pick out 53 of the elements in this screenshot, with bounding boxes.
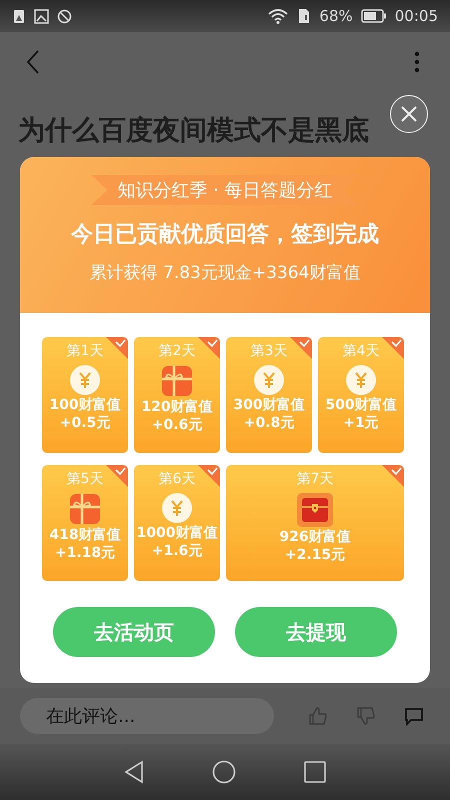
yen-coin-icon [254, 365, 284, 395]
image-icon [34, 8, 49, 24]
action-button[interactable]: 去提现 [235, 607, 397, 657]
back-nav-icon[interactable] [124, 760, 144, 784]
cash-text: +1.18元 [54, 545, 116, 561]
reward-text: 1000财富值 [136, 525, 218, 541]
cash-text: +0.5元 [60, 415, 110, 431]
comment-field[interactable]: 在此评论... [20, 698, 274, 734]
gift-icon [161, 365, 193, 397]
back-icon[interactable] [26, 50, 40, 74]
earnings-summary: 累计获得 7.83元现金+3364财富值 [90, 262, 360, 284]
close-button[interactable] [390, 95, 428, 133]
reward-text: 300财富值 [233, 397, 305, 413]
reward-text: 100财富值 [49, 397, 121, 413]
reward-text: 500财富值 [325, 397, 397, 413]
blocked-icon [57, 8, 72, 24]
cash-text: +0.6元 [152, 417, 202, 433]
gift-icon [69, 493, 101, 525]
thumbs-down-icon[interactable] [356, 706, 376, 726]
comment-icon[interactable] [404, 706, 424, 726]
yen-coin-icon [70, 365, 100, 395]
cash-text: +1元 [343, 415, 379, 431]
battery-icon [360, 9, 387, 23]
reward-text: 418财富值 [49, 527, 121, 543]
cash-text: +2.15元 [284, 547, 346, 563]
close-icon[interactable] [400, 105, 418, 123]
day-label: 第7天 [296, 470, 334, 488]
article-title: 为什么百度夜间模式不是黑底 [18, 114, 369, 148]
day-label: 第6天 [158, 470, 196, 488]
more-icon[interactable] [414, 51, 420, 73]
day-label: 第2天 [158, 342, 196, 360]
yen-coin-icon [346, 365, 376, 395]
day-label: 第3天 [250, 342, 288, 360]
clock-time: 00:05 [394, 7, 438, 25]
cash-text: +1.6元 [152, 543, 202, 559]
home-nav-icon[interactable] [212, 760, 236, 784]
day-label: 第5天 [66, 470, 104, 488]
action-button[interactable]: 去活动页 [53, 607, 215, 657]
yen-coin-icon [162, 493, 192, 523]
reward-text: 926财富值 [279, 529, 351, 545]
day-label: 第1天 [66, 342, 104, 360]
ribbon-label: 知识分红季 · 每日答题分红 [91, 175, 359, 205]
battery-alert-icon [12, 8, 26, 24]
wifi-icon [267, 8, 290, 24]
reward-text: 120财富值 [141, 399, 213, 415]
day-label: 第4天 [342, 342, 380, 360]
sim-card-icon [297, 8, 312, 24]
treasure-chest-icon [297, 493, 333, 527]
thumbs-up-icon[interactable] [308, 706, 328, 726]
recents-nav-icon[interactable] [304, 761, 326, 783]
cash-text: +0.8元 [244, 415, 294, 431]
battery-percent: 68% [319, 7, 353, 25]
headline: 今日已贡献优质回答，签到完成 [71, 221, 379, 249]
